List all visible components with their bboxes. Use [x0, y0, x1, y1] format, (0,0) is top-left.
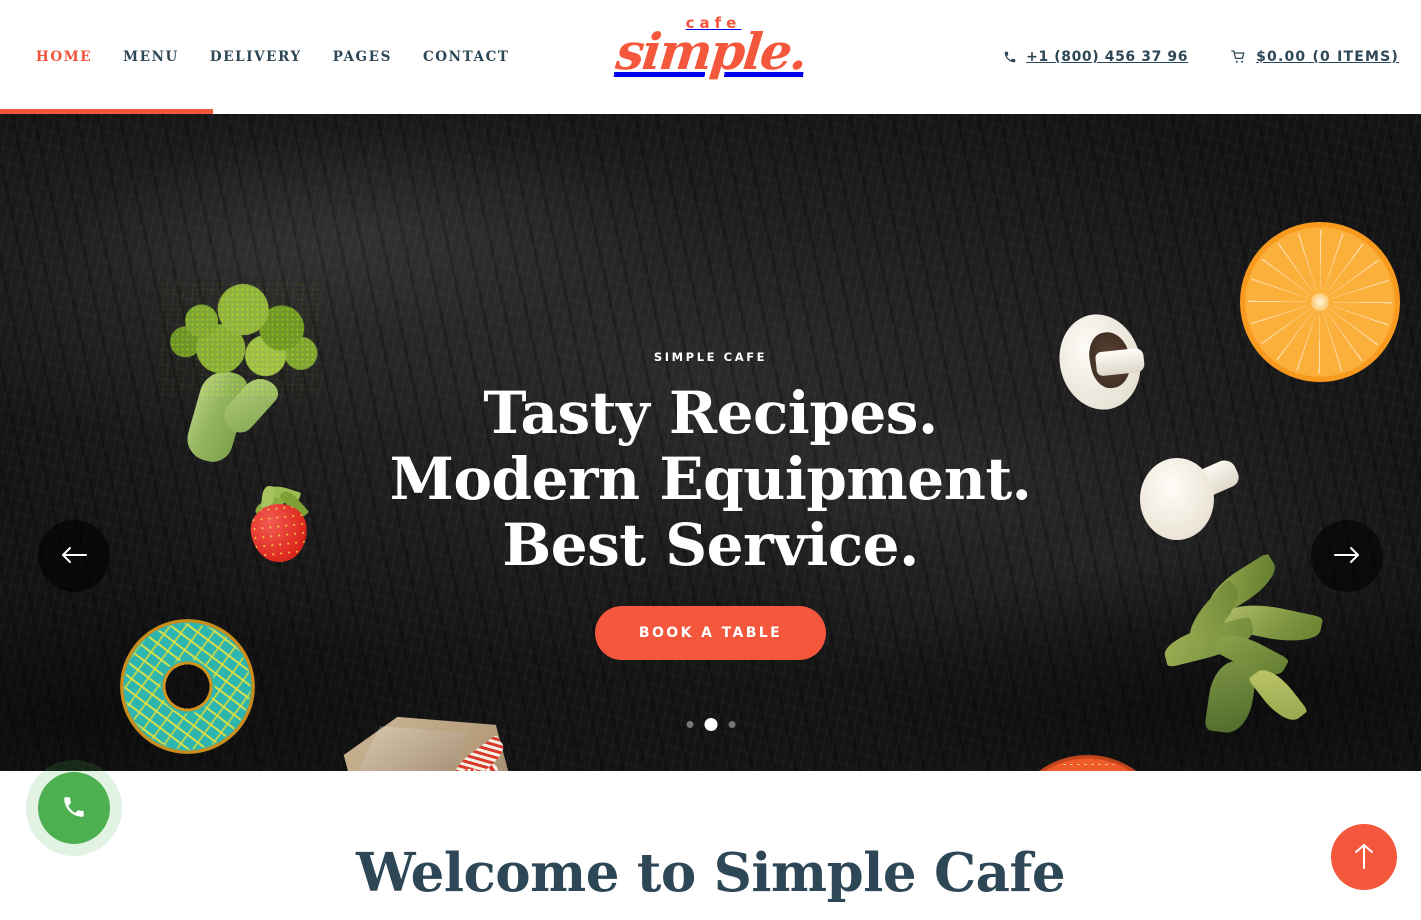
hero-content: SIMPLE CAFE Tasty Recipes. Modern Equipm… [0, 114, 1421, 771]
slider-dot-2[interactable] [704, 718, 717, 731]
header-phone-link[interactable]: +1 (800) 456 37 96 [1003, 49, 1188, 65]
arrow-left-icon [61, 545, 87, 568]
nav-item-contact[interactable]: CONTACT [423, 41, 541, 73]
header-utilities: +1 (800) 456 37 96 $0.00 (0 ITEMS) [1003, 0, 1399, 114]
floating-call-widget [26, 760, 122, 856]
hero-subtitle: SIMPLE CAFE [653, 350, 768, 364]
welcome-title: Welcome to Simple Cafe [355, 841, 1066, 904]
slider-prev-button[interactable] [38, 520, 110, 592]
hero-headline: Tasty Recipes. Modern Equipment. Best Se… [389, 379, 1032, 579]
logo-simple-text: simple. [612, 22, 809, 81]
page-progress-bar [0, 109, 1421, 114]
phone-handset-icon [61, 794, 87, 823]
arrow-right-icon [1334, 545, 1360, 568]
nav-item-menu[interactable]: MENU [123, 41, 210, 73]
nav-item-home[interactable]: HOME [36, 41, 123, 73]
main-navigation: HOME MENU DELIVERY PAGES CONTACT [36, 41, 541, 73]
header-cart-link[interactable]: $0.00 (0 ITEMS) [1230, 49, 1399, 65]
nav-item-delivery[interactable]: DELIVERY [210, 41, 333, 73]
slider-dot-3[interactable] [728, 721, 735, 728]
slider-dot-1[interactable] [686, 721, 693, 728]
hero-slider: SIMPLE CAFE Tasty Recipes. Modern Equipm… [0, 114, 1421, 771]
slider-pagination [686, 718, 735, 731]
scroll-to-top-button[interactable] [1331, 824, 1397, 890]
arrow-up-icon [1353, 843, 1375, 872]
welcome-section: Welcome to Simple Cafe [0, 771, 1421, 920]
slider-next-button[interactable] [1311, 520, 1383, 592]
header-phone-number: +1 (800) 456 37 96 [1026, 49, 1189, 65]
site-header: HOME MENU DELIVERY PAGES CONTACT cafe si… [0, 0, 1421, 114]
book-a-table-button[interactable]: BOOK A TABLE [594, 606, 827, 660]
nav-item-pages[interactable]: PAGES [333, 41, 423, 73]
phone-icon [1003, 50, 1017, 64]
floating-call-button[interactable] [38, 772, 110, 844]
page-progress-fill [0, 109, 214, 114]
cart-icon [1230, 49, 1247, 65]
page-root: HOME MENU DELIVERY PAGES CONTACT cafe si… [0, 0, 1421, 920]
site-logo[interactable]: cafe simple. [601, 16, 821, 82]
header-cart-total: $0.00 (0 ITEMS) [1256, 49, 1399, 65]
